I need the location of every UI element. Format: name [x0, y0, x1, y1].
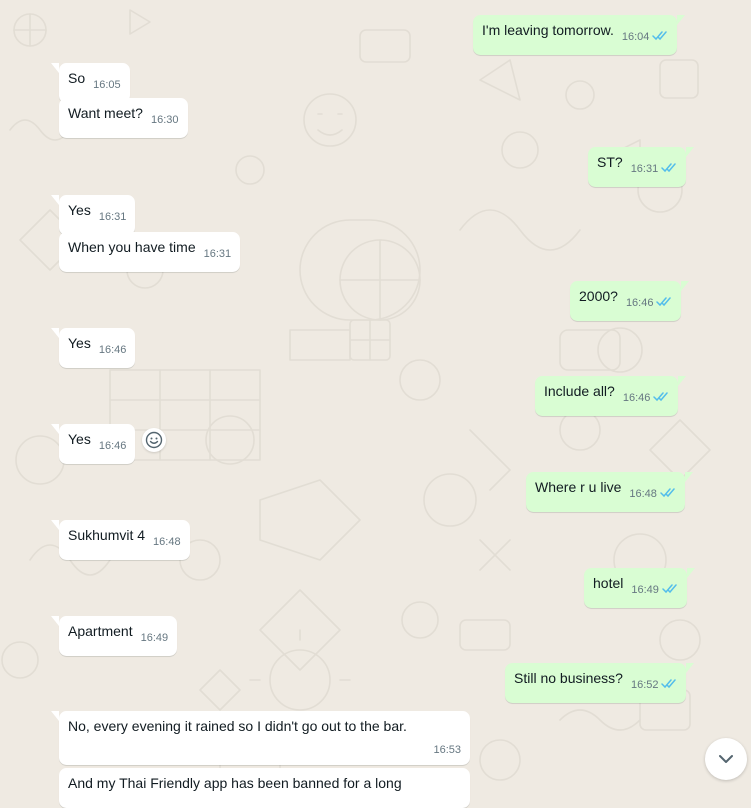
message-time: 16:48: [629, 485, 676, 504]
message-text: ST?: [597, 154, 623, 170]
message-bubble-out[interactable]: ST? 16:31: [588, 147, 695, 187]
double-check-icon: [661, 679, 677, 689]
message-text: Include all?: [544, 383, 615, 399]
message-text: No, every evening it rained so I didn't …: [68, 718, 407, 734]
double-check-icon: [660, 488, 675, 498]
message-text: Yes: [68, 202, 91, 218]
message-bubble-out[interactable]: I'm leaving tomorrow. 16:04: [473, 15, 686, 55]
message-time: 16:49: [140, 632, 169, 644]
message-time: 16:30: [150, 114, 179, 126]
message-time: 16:31: [203, 248, 232, 260]
message-bubble-in[interactable]: So 16:05: [51, 63, 130, 103]
message-time: 16:05: [93, 79, 121, 91]
message-text: Still no business?: [514, 670, 623, 686]
message-bubble-in[interactable]: And my Thai Friendly app has been banned…: [59, 768, 470, 808]
message-text: Sukhumvit 4: [68, 527, 146, 543]
message-text: And my Thai Friendly app has been banned…: [68, 775, 402, 791]
message-bubble-in[interactable]: When you have time 16:31: [59, 232, 241, 272]
message-bubble-in[interactable]: No, every evening it rained so I didn't …: [51, 711, 470, 765]
message-bubble-in[interactable]: Apartment 16:49: [50, 616, 178, 656]
message-time: 16:46: [98, 344, 127, 356]
scroll-to-bottom-button[interactable]: [705, 738, 747, 780]
double-check-icon: [661, 163, 676, 173]
message-text: Want meet?: [68, 105, 143, 121]
message-time: 16:46: [98, 440, 127, 452]
chevron-down-icon: [719, 755, 733, 763]
message-bubble-out[interactable]: Still no business? 16:52: [505, 663, 695, 703]
message-bubble-in[interactable]: Yes 16:31: [50, 195, 136, 235]
message-bubble-out[interactable]: hotel 16:49: [584, 568, 695, 608]
message-text: I'm leaving tomorrow.: [482, 22, 614, 38]
message-bubble-in[interactable]: Sukhumvit 4 16:48: [51, 520, 190, 560]
message-time: 16:31: [631, 160, 678, 179]
message-text: Apartment: [68, 623, 133, 639]
message-text: Yes: [68, 335, 91, 351]
message-time: 16:46: [623, 389, 670, 408]
message-text: When you have time: [68, 239, 196, 255]
double-check-icon: [662, 584, 677, 594]
smiley-icon: [145, 431, 163, 449]
message-time: 16:49: [631, 581, 678, 600]
message-time: 16:31: [98, 211, 127, 223]
double-check-icon: [653, 392, 669, 402]
double-check-icon: [656, 297, 672, 307]
message-text: hotel: [593, 575, 624, 591]
message-bubble-out[interactable]: Include all? 16:46: [535, 376, 687, 416]
message-bubble-out[interactable]: Where r u live 16:48: [526, 472, 693, 512]
message-time: 16:46: [626, 294, 673, 313]
message-time: 16:52: [631, 676, 678, 695]
message-text: So: [68, 70, 86, 86]
message-text: Where r u live: [535, 479, 622, 495]
message-text: Yes: [68, 431, 91, 447]
message-bubble-out[interactable]: 2000? 16:46: [570, 281, 690, 321]
react-button[interactable]: [142, 428, 166, 452]
message-bubble-in[interactable]: Want meet? 16:30: [59, 98, 188, 138]
message-time: 16:04: [622, 28, 669, 47]
double-check-icon: [652, 31, 668, 41]
message-bubble-in[interactable]: Yes 16:46: [50, 328, 136, 368]
message-time: 16:48: [153, 536, 181, 548]
message-time: 16:53: [433, 744, 461, 756]
message-bubble-in[interactable]: Yes 16:46: [50, 424, 136, 464]
message-text: 2000?: [579, 288, 618, 304]
